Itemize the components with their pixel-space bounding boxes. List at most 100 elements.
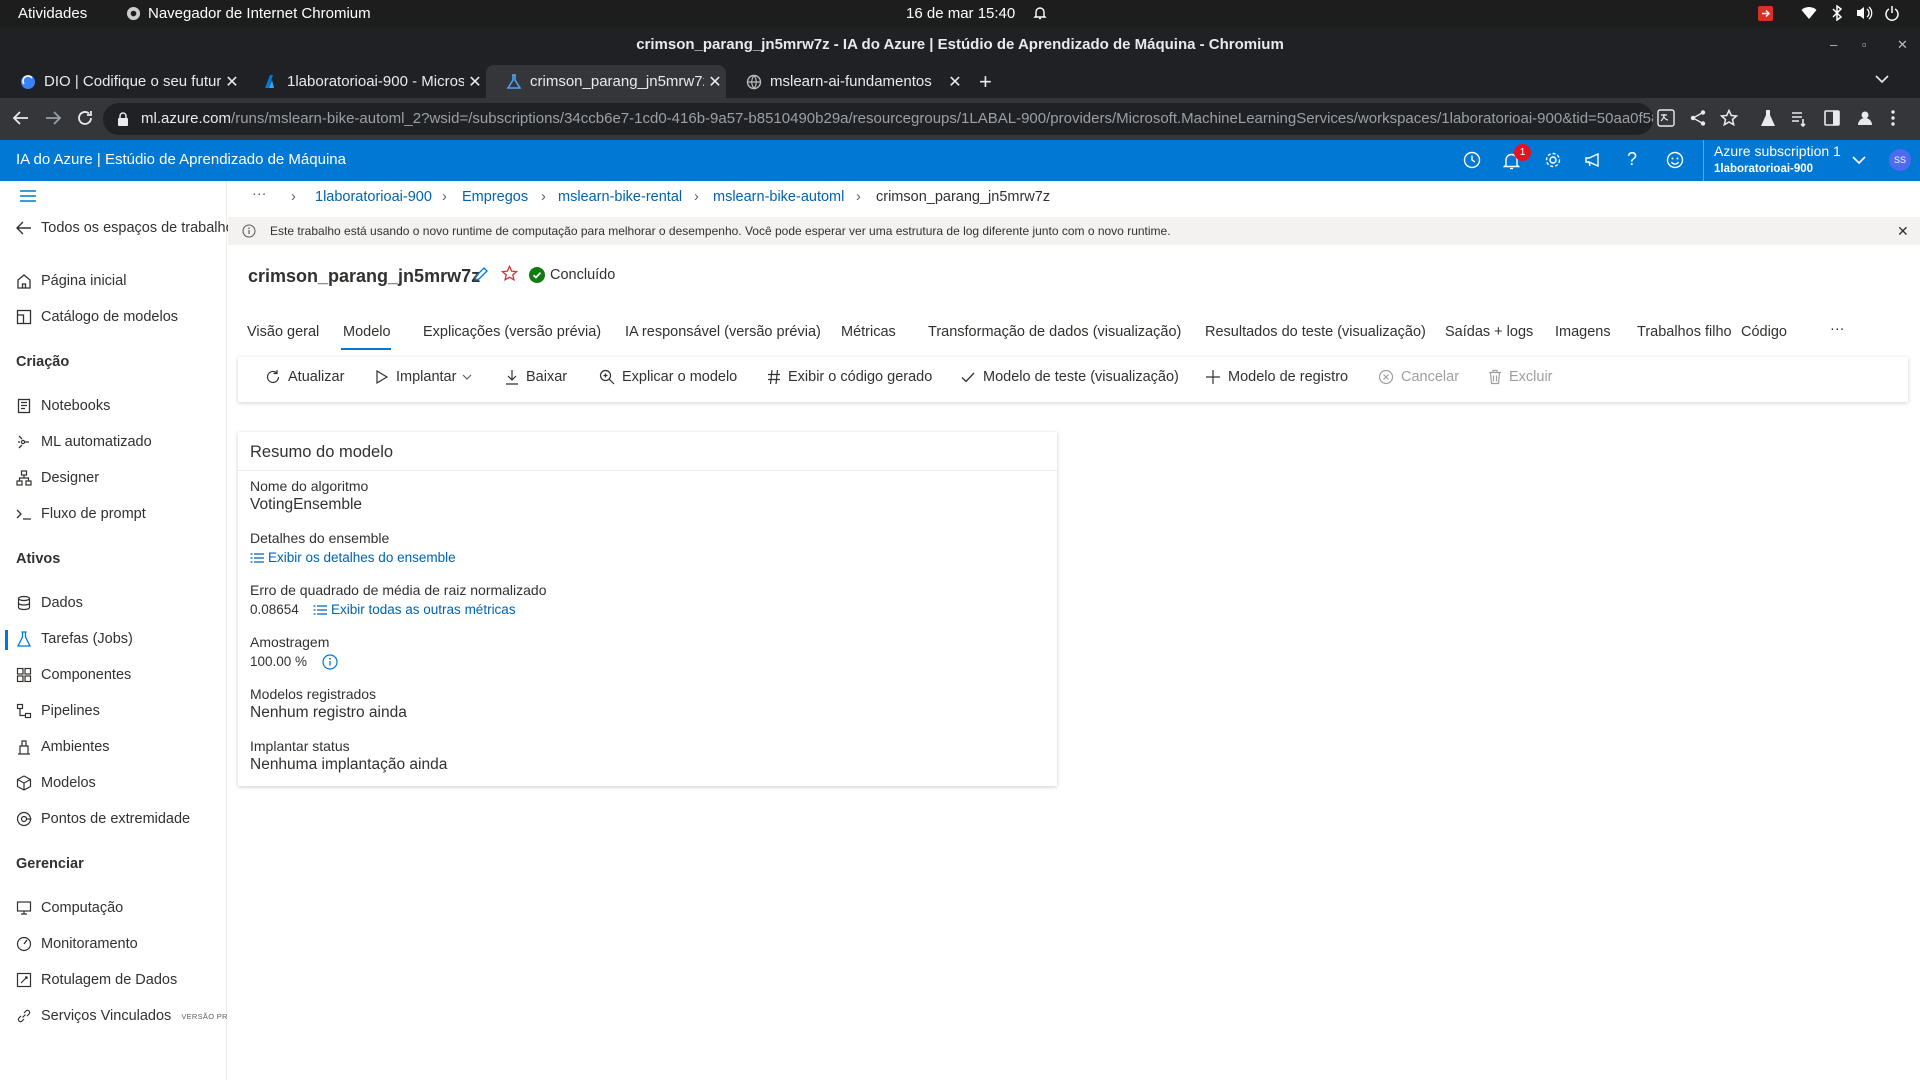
address-bar[interactable]: ml.azure.com/runs/mslearn-bike-automl_2?… xyxy=(103,103,1653,135)
cancel-button[interactable]: Cancelar xyxy=(1378,369,1459,385)
delete-button[interactable]: Excluir xyxy=(1488,369,1553,385)
back-to-workspaces-link[interactable]: Todos os espaços de trabalho xyxy=(16,220,234,236)
view-generated-code-button[interactable]: Exibir o código gerado xyxy=(767,369,932,385)
test-model-button[interactable]: Modelo de teste (visualização) xyxy=(960,369,1179,385)
minimize-button[interactable]: – xyxy=(1830,27,1837,63)
tab-model[interactable]: Modelo xyxy=(343,324,391,340)
power-icon[interactable] xyxy=(1884,5,1900,21)
tab-child-jobs[interactable]: Trabalhos filho xyxy=(1637,324,1732,340)
tab-outputs-logs[interactable]: Saídas + logs xyxy=(1445,324,1533,340)
favorite-star-icon[interactable] xyxy=(501,265,518,282)
share-icon[interactable] xyxy=(1689,109,1707,127)
sidebar-item-notebooks[interactable]: Notebooks xyxy=(16,398,110,414)
sidebar-item-home[interactable]: Página inicial xyxy=(16,273,126,289)
sidebar-item-automl[interactable]: ML automatizado xyxy=(16,434,152,450)
lock-icon[interactable] xyxy=(117,112,129,126)
ensemble-details-link[interactable]: Exibir os detalhes do ensemble xyxy=(250,550,456,565)
profile-icon[interactable] xyxy=(1856,109,1874,127)
tabs-overflow[interactable]: ··· xyxy=(1830,321,1845,337)
azure-ml-title[interactable]: IA do Azure | Estúdio de Aprendizado de … xyxy=(16,151,346,168)
chromium-icon xyxy=(126,6,141,21)
close-tab-icon[interactable]: ✕ xyxy=(464,72,486,92)
browser-tab[interactable]: DIO | Codifique o seu futuro ✕ xyxy=(0,65,243,98)
breadcrumb-parent-job[interactable]: mslearn-bike-automl xyxy=(713,189,844,205)
close-window-button[interactable]: ✕ xyxy=(1897,27,1908,63)
browser-tab[interactable]: 1laboratorioai-900 - Microsoft Azure ✕ xyxy=(243,65,486,98)
tab-explanations[interactable]: Explicações (versão prévia) xyxy=(423,324,601,340)
avatar[interactable]: SS xyxy=(1889,149,1911,171)
breadcrumb-workspace[interactable]: 1laboratorioai-900 xyxy=(315,189,432,205)
settings-gear-icon[interactable] xyxy=(1544,151,1562,169)
browser-menu-icon[interactable] xyxy=(1890,109,1896,127)
extension-flask-icon[interactable] xyxy=(1759,109,1777,127)
bluetooth-icon[interactable] xyxy=(1831,5,1843,21)
wifi-icon[interactable] xyxy=(1801,6,1817,20)
indicator-icon[interactable] xyxy=(1757,5,1774,22)
workspace-name[interactable]: 1laboratorioai-900 xyxy=(1714,163,1813,175)
tab-images[interactable]: Imagens xyxy=(1555,324,1611,340)
close-tab-icon[interactable]: ✕ xyxy=(221,72,243,92)
algorithm-value: VotingEnsemble xyxy=(250,496,363,513)
all-metrics-link[interactable]: Exibir todas as outras métricas xyxy=(313,602,516,617)
sidebar-item-designer[interactable]: Designer xyxy=(16,470,99,486)
sidebar-item-compute[interactable]: Computação xyxy=(16,900,123,916)
back-icon[interactable] xyxy=(12,109,30,127)
new-tab-button[interactable]: + xyxy=(966,65,1008,98)
edit-pencil-icon[interactable] xyxy=(473,266,489,282)
maximize-button[interactable]: ▫ xyxy=(1862,27,1867,63)
translate-icon[interactable] xyxy=(1657,109,1675,127)
dismiss-banner-icon[interactable]: ✕ xyxy=(1897,217,1909,245)
subscription-name[interactable]: Azure subscription 1 xyxy=(1714,143,1841,159)
refresh-button[interactable]: Atualizar xyxy=(265,369,344,385)
deploy-button[interactable]: Implantar xyxy=(375,369,472,385)
sidebar-item-label: ML automatizado xyxy=(41,434,152,450)
sidebar-item-monitoring[interactable]: Monitoramento xyxy=(16,936,138,952)
sidebar-item-models[interactable]: Modelos xyxy=(16,775,96,791)
bookmark-star-icon[interactable] xyxy=(1720,109,1738,127)
smiley-feedback-icon[interactable] xyxy=(1666,151,1684,169)
explain-model-button[interactable]: Explicar o modelo xyxy=(599,369,737,385)
app-menu[interactable]: Navegador de Internet Chromium xyxy=(148,5,371,22)
clock[interactable]: 16 de mar 15:40 xyxy=(906,5,1015,22)
download-button[interactable]: Baixar xyxy=(505,369,567,385)
history-icon[interactable] xyxy=(1463,151,1481,169)
tab-overview[interactable]: Visão geral xyxy=(247,324,319,340)
side-panel-icon[interactable] xyxy=(1823,109,1841,127)
sidebar-item-components[interactable]: Componentes xyxy=(16,667,131,683)
tab-search-icon[interactable] xyxy=(1875,74,1889,84)
sidebar-item-label: Componentes xyxy=(41,667,132,683)
browser-tab-active[interactable]: crimson_parang_jn5mrw7z ✕ xyxy=(486,65,726,98)
reading-list-icon[interactable] xyxy=(1790,109,1808,127)
breadcrumb-experiment[interactable]: mslearn-bike-rental xyxy=(558,189,682,205)
sidebar-item-endpoints[interactable]: Pontos de extremidade xyxy=(16,811,190,827)
sidebar-item-data[interactable]: Dados xyxy=(16,595,83,611)
chevron-right-icon: › xyxy=(856,189,861,205)
close-tab-icon[interactable]: ✕ xyxy=(944,72,966,92)
forward-icon[interactable] xyxy=(44,109,62,127)
feedback-megaphone-icon[interactable] xyxy=(1584,152,1602,168)
tab-responsible-ai[interactable]: IA responsável (versão prévia) xyxy=(625,324,821,340)
volume-icon[interactable] xyxy=(1856,5,1873,21)
tab-data-transformation[interactable]: Transformação de dados (visualização) xyxy=(928,324,1181,340)
sidebar-item-environments[interactable]: Ambientes xyxy=(16,739,110,755)
tab-test-results[interactable]: Resultados do teste (visualização) xyxy=(1205,324,1426,340)
reload-icon[interactable] xyxy=(76,109,94,127)
help-icon[interactable]: ? xyxy=(1627,149,1637,170)
browser-tab[interactable]: mslearn-ai-fundamentos ✕ xyxy=(726,65,966,98)
sidebar-item-pipelines[interactable]: Pipelines xyxy=(16,703,100,719)
hamburger-menu-icon[interactable] xyxy=(20,190,36,202)
chevron-down-icon[interactable] xyxy=(1852,156,1866,165)
register-model-button[interactable]: Modelo de registro xyxy=(1205,369,1348,385)
breadcrumb-jobs[interactable]: Empregos xyxy=(462,189,528,205)
activities-button[interactable]: Atividades xyxy=(18,5,87,22)
sidebar-item-model-catalog[interactable]: Catálogo de modelos xyxy=(16,309,178,325)
sidebar-item-linked-services[interactable]: Serviços Vinculados VERSÃO PRÉVIA xyxy=(16,1008,246,1024)
sidebar-item-prompt-flow[interactable]: Fluxo de prompt xyxy=(16,506,146,522)
sidebar-item-data-labeling[interactable]: Rotulagem de Dados xyxy=(16,972,177,988)
close-tab-icon[interactable]: ✕ xyxy=(704,72,726,92)
info-icon[interactable] xyxy=(322,654,338,670)
tab-code[interactable]: Código xyxy=(1741,324,1787,340)
breadcrumb-overflow[interactable]: ··· xyxy=(252,186,267,202)
sidebar-item-jobs[interactable]: Tarefas (Jobs) xyxy=(16,631,133,647)
tab-metrics[interactable]: Métricas xyxy=(841,324,896,340)
